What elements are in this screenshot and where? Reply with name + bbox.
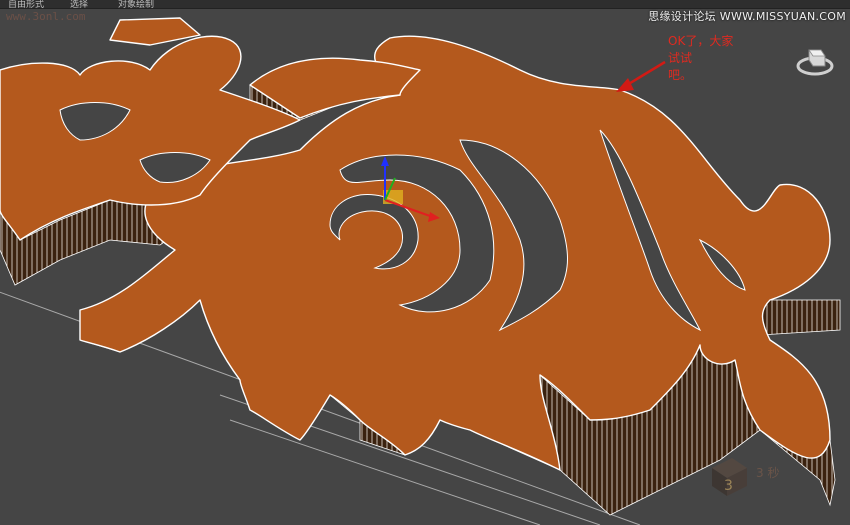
logo-watermark-icon: 3 xyxy=(712,458,747,496)
annotation-text: OK了，大家试试 吧。 xyxy=(668,33,742,84)
view-cube-icon[interactable] xyxy=(795,40,835,80)
logo-watermark-text: 3 秒 xyxy=(756,466,780,480)
annotation-arrow xyxy=(616,60,666,92)
3d-viewport[interactable]: 自由形式 选择 对象绘制 www.3onl.com 思缘设计论坛 WWW.MIS… xyxy=(0,0,850,525)
annotation-line-2: 吧。 xyxy=(668,68,693,82)
svg-text:3: 3 xyxy=(724,478,733,494)
annotation-line-1: OK了，大家试试 xyxy=(668,34,734,65)
logo-watermark: 3 3 秒 xyxy=(702,448,822,498)
